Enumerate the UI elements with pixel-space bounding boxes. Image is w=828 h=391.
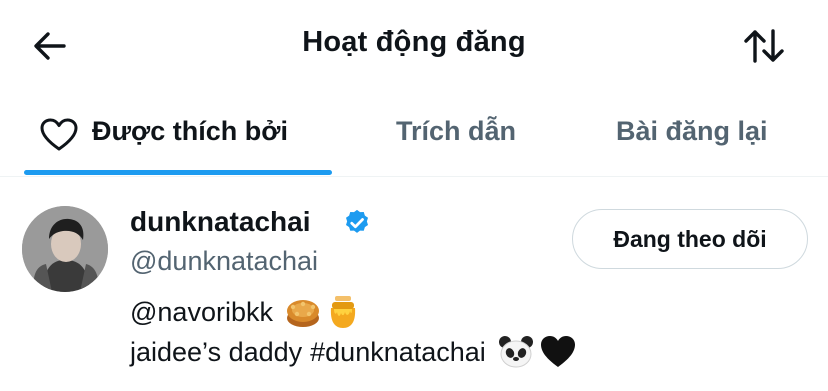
page-title: Hoạt động đăng: [302, 26, 526, 58]
mooncake-emoji-icon: [286, 300, 319, 327]
tab-label-quotes: Trích dẫn: [396, 116, 517, 146]
bio-hashtag-link[interactable]: #dunknatachai: [310, 337, 486, 368]
black-heart-emoji-icon: [540, 336, 575, 367]
verified-badge-icon: [346, 209, 368, 233]
tab-quotes[interactable]: Trích dẫn: [380, 96, 560, 176]
tab-liked-by[interactable]: Được thích bởi: [24, 96, 332, 176]
display-name[interactable]: dunknatachai: [130, 206, 310, 238]
bio-line-2: jaidee’s daddy #dunknatachai: [130, 334, 576, 370]
user-handle: @dunknatachai: [130, 246, 319, 276]
bio-text: jaidee’s daddy: [130, 336, 303, 367]
honey-pot-emoji-icon: [330, 296, 356, 328]
avatar-photo: [22, 206, 108, 292]
user-list-item[interactable]: dunknatachai @dunknatachai Đang theo dõi…: [0, 178, 828, 391]
tab-reposts[interactable]: Bài đăng lại: [600, 96, 810, 176]
active-tab-indicator: [24, 170, 332, 175]
heart-outline-icon: [40, 118, 78, 151]
panda-emoji-icon: [498, 336, 533, 368]
tabs-divider: [0, 176, 828, 177]
top-bar: Hoạt động đăng: [0, 0, 828, 92]
following-button[interactable]: Đang theo dõi: [572, 209, 808, 269]
sort-button[interactable]: [740, 24, 788, 68]
tab-label-liked-by: Được thích bởi: [92, 116, 288, 146]
tab-label-reposts: Bài đăng lại: [616, 116, 768, 146]
activity-tabs: Được thích bởi Trích dẫn Bài đăng lại: [0, 96, 828, 176]
avatar[interactable]: [22, 206, 108, 292]
bio-line-1: @navoribkk: [130, 294, 361, 330]
bio-mention-link[interactable]: @navoribkk: [130, 297, 273, 328]
sort-arrows-icon: [744, 29, 784, 63]
